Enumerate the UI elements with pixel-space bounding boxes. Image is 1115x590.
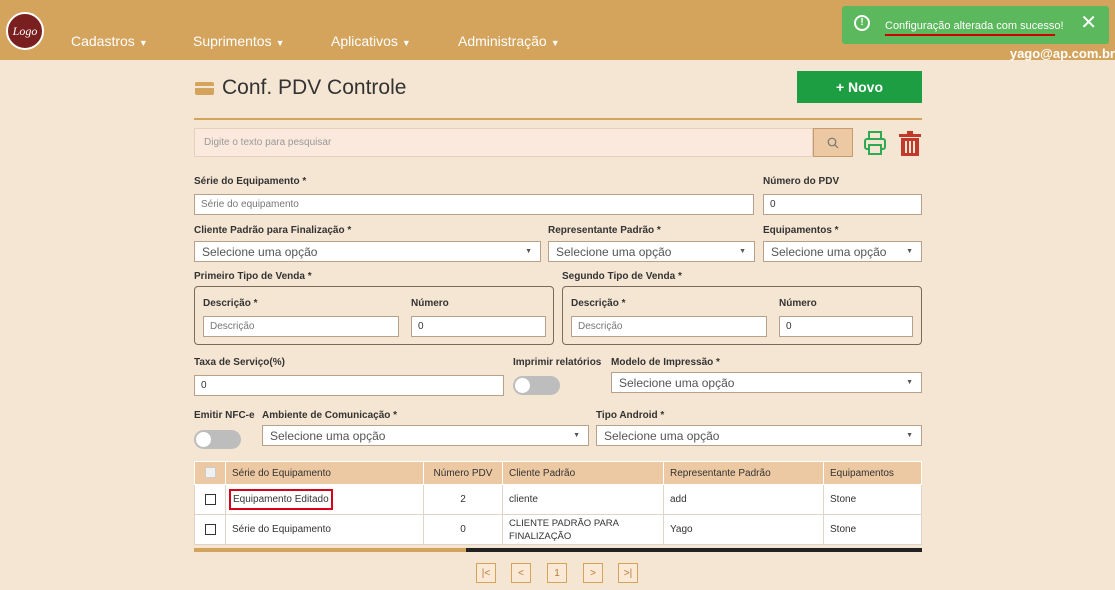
primeiro-descricao-label: Descrição * <box>203 298 258 309</box>
primeiro-tipo-label: Primeiro Tipo de Venda * <box>194 271 312 282</box>
segundo-numero-input[interactable]: 0 <box>779 316 913 337</box>
row-checkbox-cell <box>194 514 226 545</box>
taxa-label: Taxa de Serviço(%) <box>194 357 285 368</box>
equipamentos-select[interactable]: Selecione uma opção ▼ <box>763 241 922 262</box>
chevron-down-icon: ▼ <box>906 379 913 386</box>
tipo-android-label: Tipo Android * <box>596 410 665 421</box>
nfce-toggle[interactable] <box>194 430 241 449</box>
segundo-descricao-input[interactable]: Descrição <box>571 316 767 337</box>
highlighted-serie: Equipamento Editado <box>229 489 333 510</box>
ambiente-select[interactable]: Selecione uma opção ▼ <box>262 425 589 446</box>
primeiro-descricao-input[interactable]: Descrição <box>203 316 399 337</box>
tipo-android-select[interactable]: Selecione uma opção ▼ <box>596 425 922 446</box>
equipamentos-cell: Stone <box>823 484 922 515</box>
column-header[interactable]: Série do Equipamento <box>225 461 424 485</box>
new-button[interactable]: + Novo <box>797 71 922 103</box>
segundo-descricao-label: Descrição * <box>571 298 626 309</box>
chevron-down-icon: ▼ <box>906 432 913 439</box>
modelo-select[interactable]: Selecione uma opção ▼ <box>611 372 922 393</box>
column-header[interactable]: Número PDV <box>423 461 503 485</box>
success-toast: ! Configuração alterada com sucesso! ✕ <box>842 6 1109 44</box>
cliente-cell: cliente <box>502 484 664 515</box>
equipamentos-label: Equipamentos * <box>763 225 839 236</box>
first-page-button[interactable]: |< <box>476 563 496 583</box>
select-all-checkbox[interactable] <box>204 467 216 479</box>
chevron-down-icon: ▼ <box>525 248 532 255</box>
imprimir-label: Imprimir relatórios <box>513 357 602 368</box>
equipamentos-cell: Stone <box>823 514 922 545</box>
primeiro-numero-input[interactable]: 0 <box>411 316 546 337</box>
search-input[interactable]: Digite o texto para pesquisar <box>194 128 813 157</box>
last-page-button[interactable]: >| <box>618 563 638 583</box>
search-icon <box>827 137 839 148</box>
equipment-table: Série do Equipamento Número PDV Cliente … <box>194 461 922 552</box>
serie-cell: Equipamento Editado <box>225 484 424 515</box>
select-all-cell <box>194 461 226 485</box>
nav-item-administracao[interactable]: Administração ▼ <box>458 33 560 49</box>
imprimir-toggle[interactable] <box>513 376 560 395</box>
representante-cell: add <box>663 484 824 515</box>
user-email[interactable]: yago@ap.com.br <box>1010 46 1115 61</box>
row-checkbox[interactable] <box>204 493 216 505</box>
print-icon[interactable] <box>864 131 886 155</box>
scrollbar-thumb[interactable] <box>194 548 466 552</box>
page-number-button[interactable]: 1 <box>547 563 567 583</box>
primeiro-numero-label: Número <box>411 298 449 309</box>
toggle-knob <box>196 432 211 447</box>
numero-cell: 2 <box>423 484 503 515</box>
modelo-label: Modelo de Impressão * <box>611 357 720 368</box>
nav-item-suprimentos[interactable]: Suprimentos ▼ <box>193 33 285 49</box>
segundo-numero-label: Número <box>779 298 817 309</box>
page-title: Conf. PDV Controle <box>222 76 407 99</box>
caret-down-icon: ▼ <box>275 38 285 48</box>
caret-down-icon: ▼ <box>138 38 148 48</box>
logo[interactable]: Logo <box>6 12 44 50</box>
credit-card-icon <box>195 82 214 95</box>
search-button[interactable] <box>813 128 853 157</box>
serie-cell: Série do Equipamento <box>225 514 424 545</box>
serie-label: Série do Equipamento * <box>194 176 307 187</box>
column-header[interactable]: Cliente Padrão <box>502 461 664 485</box>
representante-label: Representante Padrão * <box>548 225 661 236</box>
column-header[interactable]: Equipamentos <box>823 461 922 485</box>
nav-item-cadastros[interactable]: Cadastros ▼ <box>71 33 148 49</box>
nfce-label: Emitir NFC-e <box>194 410 255 421</box>
chevron-down-icon: ▼ <box>573 432 580 439</box>
segundo-tipo-label: Segundo Tipo de Venda * <box>562 271 682 282</box>
caret-down-icon: ▼ <box>401 38 411 48</box>
numero-pdv-input[interactable]: 0 <box>763 194 922 215</box>
horizontal-scrollbar[interactable] <box>194 548 922 552</box>
column-header[interactable]: Representante Padrão <box>663 461 824 485</box>
representante-select[interactable]: Selecione uma opção ▼ <box>548 241 755 262</box>
prev-page-button[interactable]: < <box>511 563 531 583</box>
caret-down-icon: ▼ <box>550 38 560 48</box>
cliente-select[interactable]: Selecione uma opção ▼ <box>194 241 541 262</box>
trash-icon[interactable] <box>899 131 921 156</box>
row-checkbox[interactable] <box>204 523 216 535</box>
header-divider <box>194 118 922 120</box>
toast-message: Configuração alterada com sucesso! <box>885 20 1064 32</box>
row-checkbox-cell <box>194 484 226 515</box>
nav-item-aplicativos[interactable]: Aplicativos ▼ <box>331 33 411 49</box>
numero-pdv-label: Número do PDV <box>763 176 840 187</box>
numero-cell: 0 <box>423 514 503 545</box>
representante-cell: Yago <box>663 514 824 545</box>
toast-message-underline <box>885 34 1055 36</box>
ambiente-label: Ambiente de Comunicação * <box>262 410 398 421</box>
table-row[interactable]: Equipamento Editado 2 cliente add Stone <box>194 484 922 515</box>
cliente-cell: CLIENTE PADRÃO PARA FINALIZAÇÃO <box>502 514 664 545</box>
table-header-row: Série do Equipamento Número PDV Cliente … <box>194 461 922 485</box>
next-page-button[interactable]: > <box>583 563 603 583</box>
taxa-input[interactable]: 0 <box>194 375 504 396</box>
chevron-down-icon: ▼ <box>906 248 913 255</box>
table-row[interactable]: Série do Equipamento 0 CLIENTE PADRÃO PA… <box>194 514 922 545</box>
info-circle-icon: ! <box>854 15 870 31</box>
close-icon[interactable]: ✕ <box>1080 13 1097 33</box>
toggle-knob <box>515 378 530 393</box>
cliente-label: Cliente Padrão para Finalização * <box>194 225 352 236</box>
logo-text: Logo <box>12 23 38 38</box>
chevron-down-icon: ▼ <box>739 248 746 255</box>
serie-input[interactable]: Série do equipamento <box>194 194 754 215</box>
